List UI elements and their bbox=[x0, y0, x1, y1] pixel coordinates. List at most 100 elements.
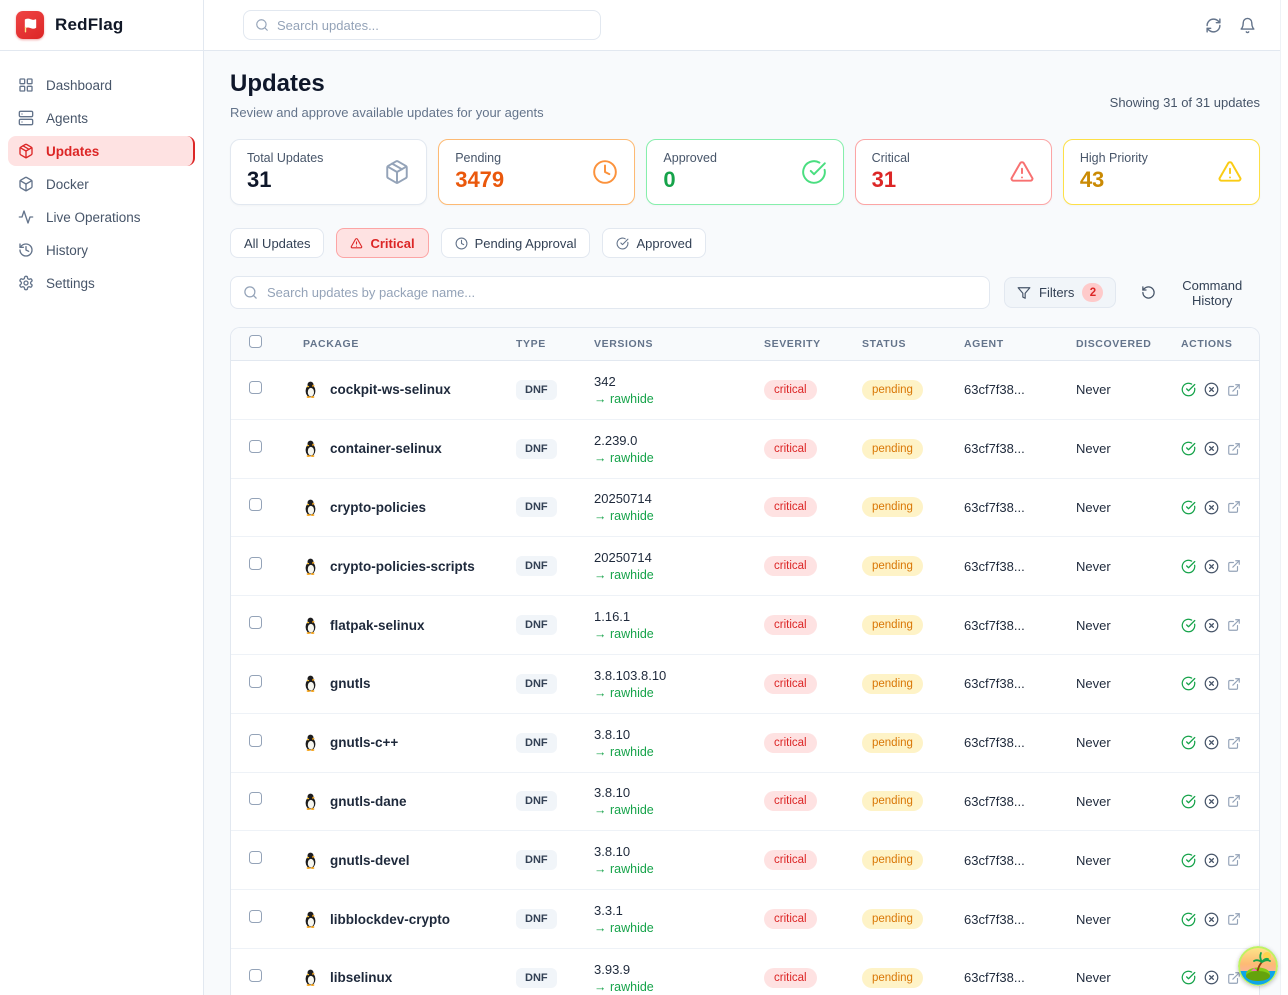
tab-all-updates[interactable]: All Updates bbox=[230, 228, 324, 258]
package-name: gnutls-dane bbox=[330, 794, 407, 809]
target-version: → rawhide bbox=[594, 686, 764, 700]
type-badge: DNF bbox=[516, 909, 557, 929]
stat-card-approved: Approved 0 bbox=[646, 139, 843, 205]
tab-critical[interactable]: Critical bbox=[336, 228, 428, 258]
reject-icon[interactable] bbox=[1204, 853, 1219, 868]
reject-icon[interactable] bbox=[1204, 735, 1219, 750]
discovered-value: Never bbox=[1076, 912, 1181, 927]
row-checkbox[interactable] bbox=[249, 851, 262, 864]
approve-icon[interactable] bbox=[1181, 853, 1196, 868]
scrollbar-track[interactable] bbox=[1280, 0, 1288, 995]
package-search-input[interactable] bbox=[267, 285, 977, 300]
sidebar-item-agents[interactable]: Agents bbox=[8, 103, 195, 133]
reject-icon[interactable] bbox=[1204, 970, 1219, 985]
type-badge: DNF bbox=[516, 733, 557, 753]
reject-icon[interactable] bbox=[1204, 676, 1219, 691]
tab-approved[interactable]: Approved bbox=[602, 228, 706, 258]
funnel-icon bbox=[1017, 286, 1031, 300]
package-name: gnutls-c++ bbox=[330, 735, 398, 750]
sidebar-item-docker[interactable]: Docker bbox=[8, 169, 195, 199]
approve-icon[interactable] bbox=[1181, 794, 1196, 809]
target-version: → rawhide bbox=[594, 568, 764, 582]
open-external-icon[interactable] bbox=[1227, 442, 1241, 456]
row-checkbox[interactable] bbox=[249, 616, 262, 629]
reject-icon[interactable] bbox=[1204, 618, 1219, 633]
row-checkbox[interactable] bbox=[249, 969, 262, 982]
check-circle-icon bbox=[801, 159, 827, 185]
island-sticker[interactable] bbox=[1238, 946, 1278, 986]
reject-icon[interactable] bbox=[1204, 559, 1219, 574]
discovered-value: Never bbox=[1076, 676, 1181, 691]
updates-table: PACKAGE TYPE VERSIONS SEVERITY STATUS AG… bbox=[230, 327, 1260, 995]
stat-value: 3479 bbox=[455, 168, 504, 192]
open-external-icon[interactable] bbox=[1227, 618, 1241, 632]
select-all-checkbox[interactable] bbox=[249, 335, 262, 348]
row-checkbox[interactable] bbox=[249, 734, 262, 747]
open-external-icon[interactable] bbox=[1227, 677, 1241, 691]
agent-id: 63cf7f38... bbox=[964, 853, 1076, 868]
tab-pending-approval[interactable]: Pending Approval bbox=[441, 228, 591, 258]
open-external-icon[interactable] bbox=[1227, 794, 1241, 808]
sidebar-item-label: History bbox=[46, 243, 88, 258]
bell-icon[interactable] bbox=[1239, 17, 1256, 34]
target-version: → rawhide bbox=[594, 509, 764, 523]
approve-icon[interactable] bbox=[1181, 382, 1196, 397]
approve-icon[interactable] bbox=[1181, 912, 1196, 927]
approve-icon[interactable] bbox=[1181, 618, 1196, 633]
approve-icon[interactable] bbox=[1181, 676, 1196, 691]
reject-icon[interactable] bbox=[1204, 382, 1219, 397]
row-checkbox[interactable] bbox=[249, 440, 262, 453]
approve-icon[interactable] bbox=[1181, 500, 1196, 515]
sidebar-item-live-operations[interactable]: Live Operations bbox=[8, 202, 195, 232]
sidebar-item-settings[interactable]: Settings bbox=[8, 268, 195, 298]
stat-value: 31 bbox=[872, 168, 910, 192]
open-external-icon[interactable] bbox=[1227, 912, 1241, 926]
agent-id: 63cf7f38... bbox=[964, 676, 1076, 691]
global-search-input[interactable] bbox=[277, 18, 589, 33]
approve-icon[interactable] bbox=[1181, 970, 1196, 985]
reject-icon[interactable] bbox=[1204, 500, 1219, 515]
reject-icon[interactable] bbox=[1204, 912, 1219, 927]
sidebar-item-history[interactable]: History bbox=[8, 235, 195, 265]
type-badge: DNF bbox=[516, 674, 557, 694]
approve-icon[interactable] bbox=[1181, 441, 1196, 456]
table-row: libblockdev-crypto DNF 3.3.1 → rawhide c… bbox=[231, 890, 1259, 949]
open-external-icon[interactable] bbox=[1227, 559, 1241, 573]
approve-icon[interactable] bbox=[1181, 735, 1196, 750]
table-row: cockpit-ws-selinux DNF 342 → rawhide cri… bbox=[231, 361, 1259, 420]
status-badge: pending bbox=[862, 439, 923, 459]
row-checkbox[interactable] bbox=[249, 381, 262, 394]
open-external-icon[interactable] bbox=[1227, 383, 1241, 397]
open-external-icon[interactable] bbox=[1227, 500, 1241, 514]
approve-icon[interactable] bbox=[1181, 559, 1196, 574]
status-badge: pending bbox=[862, 380, 923, 400]
current-version: 3.3.1 bbox=[594, 903, 764, 918]
row-checkbox[interactable] bbox=[249, 675, 262, 688]
filters-button[interactable]: Filters 2 bbox=[1004, 277, 1116, 308]
row-checkbox[interactable] bbox=[249, 557, 262, 570]
refresh-icon[interactable] bbox=[1205, 17, 1222, 34]
sidebar-item-dashboard[interactable]: Dashboard bbox=[8, 70, 195, 100]
command-history-button[interactable]: Command History bbox=[1141, 278, 1260, 308]
sidebar-item-label: Updates bbox=[46, 144, 99, 159]
severity-badge: critical bbox=[764, 674, 817, 694]
severity-badge: critical bbox=[764, 380, 817, 400]
row-checkbox[interactable] bbox=[249, 498, 262, 511]
target-version: → rawhide bbox=[594, 921, 764, 935]
row-checkbox[interactable] bbox=[249, 910, 262, 923]
type-badge: DNF bbox=[516, 380, 557, 400]
sidebar-item-label: Agents bbox=[46, 111, 88, 126]
severity-badge: critical bbox=[764, 733, 817, 753]
package-icon bbox=[384, 159, 410, 185]
row-checkbox[interactable] bbox=[249, 792, 262, 805]
topbar bbox=[204, 0, 1288, 51]
sidebar-item-updates[interactable]: Updates bbox=[8, 136, 195, 166]
box-icon bbox=[18, 176, 34, 192]
type-badge: DNF bbox=[516, 556, 557, 576]
reject-icon[interactable] bbox=[1204, 441, 1219, 456]
reject-icon[interactable] bbox=[1204, 794, 1219, 809]
current-version: 3.8.10 bbox=[594, 727, 764, 742]
activity-pulse-icon bbox=[18, 209, 34, 225]
open-external-icon[interactable] bbox=[1227, 853, 1241, 867]
open-external-icon[interactable] bbox=[1227, 736, 1241, 750]
